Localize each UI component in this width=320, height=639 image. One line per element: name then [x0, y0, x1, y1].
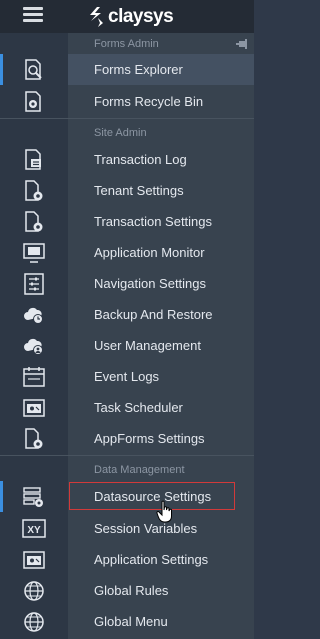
sidebar-item-task-scheduler[interactable]: Task Scheduler: [0, 392, 254, 423]
sidebar-item-global-rules[interactable]: Global Rules: [0, 575, 254, 606]
brand-name: claysys: [108, 6, 174, 27]
section-header-forms-admin: Forms Admin: [68, 33, 254, 55]
active-indicator: [0, 481, 3, 512]
doc-gear-icon: [25, 180, 43, 201]
sidebar-item-label: Event Logs: [94, 369, 160, 384]
sidebar-item-user-management[interactable]: User Management: [0, 330, 254, 361]
sidebar: claysys Forms Admin Forms Explorer Forms…: [0, 0, 254, 639]
pin-icon[interactable]: [236, 39, 248, 49]
sidebar-item-transaction-log[interactable]: Transaction Log: [0, 144, 254, 175]
sidebar-item-appforms-settings[interactable]: AppForms Settings: [0, 423, 254, 454]
sidebar-item-label: Transaction Log: [94, 152, 187, 167]
sidebar-item-label: Task Scheduler: [94, 400, 183, 415]
section-label: Site Admin: [94, 127, 147, 139]
globe-icon: [24, 612, 44, 632]
monitor-icon: [23, 243, 45, 263]
recycle-doc-icon: [25, 91, 41, 112]
sidebar-item-event-logs[interactable]: Event Logs: [0, 361, 254, 392]
claysys-logo-icon: [90, 7, 103, 27]
sidebar-item-label: AppForms Settings: [94, 431, 205, 446]
sidebar-item-label: Backup And Restore: [94, 307, 213, 322]
sidebar-item-transaction-settings[interactable]: Transaction Settings: [0, 206, 254, 237]
brand-logo: claysys: [88, 5, 174, 29]
section-divider: [0, 118, 254, 119]
top-bar: claysys: [0, 0, 254, 33]
calendar-icon: [23, 367, 45, 387]
sidebar-item-label: Forms Explorer: [94, 62, 183, 77]
sidebar-item-tenant-settings[interactable]: Tenant Settings: [0, 175, 254, 206]
sidebar-item-forms-recycle-bin[interactable]: Forms Recycle Bin: [0, 86, 254, 117]
svg-text:XY: XY: [27, 525, 41, 536]
sidebar-item-label: Application Monitor: [94, 245, 205, 260]
hamburger-menu-icon[interactable]: [23, 7, 43, 23]
sidebar-item-label: Forms Recycle Bin: [94, 94, 204, 109]
sidebar-item-navigation-settings[interactable]: Navigation Settings: [0, 268, 254, 299]
doc-gear-icon: [25, 428, 43, 449]
sidebar-item-label: User Management: [94, 338, 201, 353]
sidebar-item-label: Tenant Settings: [94, 183, 184, 198]
globe-icon: [24, 581, 44, 601]
scheduler-icon: [23, 399, 45, 417]
sidebar-item-label: Transaction Settings: [94, 214, 213, 229]
sliders-icon: [24, 273, 44, 295]
section-divider: [0, 455, 254, 456]
sidebar-item-application-monitor[interactable]: Application Monitor: [0, 237, 254, 268]
sidebar-item-session-variables[interactable]: XY Session Variables: [0, 513, 254, 544]
datasource-icon: [23, 487, 43, 507]
highlight-box: [69, 482, 235, 510]
log-doc-icon: [25, 149, 41, 170]
active-indicator: [0, 54, 3, 85]
section-label: Forms Admin: [94, 38, 159, 50]
doc-gear-icon: [25, 211, 43, 232]
xy-icon: XY: [22, 519, 46, 538]
sidebar-item-label: Global Menu: [94, 614, 168, 629]
section-header-data-management: Data Management: [68, 459, 254, 481]
search-doc-icon: [25, 59, 42, 80]
sidebar-item-label: Navigation Settings: [94, 276, 207, 291]
sidebar-item-application-settings[interactable]: Application Settings: [0, 544, 254, 575]
sidebar-item-label: Session Variables: [94, 521, 198, 536]
cloud-clock-icon: [24, 307, 43, 324]
sidebar-item-backup-and-restore[interactable]: Backup And Restore: [0, 299, 254, 330]
sidebar-item-global-menu[interactable]: Global Menu: [0, 606, 254, 637]
sidebar-item-label: Application Settings: [94, 552, 209, 567]
section-header-site-admin: Site Admin: [68, 122, 254, 144]
section-label: Data Management: [94, 464, 185, 476]
sidebar-item-label: Global Rules: [94, 583, 169, 598]
sidebar-item-forms-explorer[interactable]: Forms Explorer: [0, 54, 254, 85]
hand-cursor-icon: [156, 500, 172, 523]
app-settings-icon: [23, 551, 45, 569]
cloud-user-icon: [24, 338, 43, 355]
